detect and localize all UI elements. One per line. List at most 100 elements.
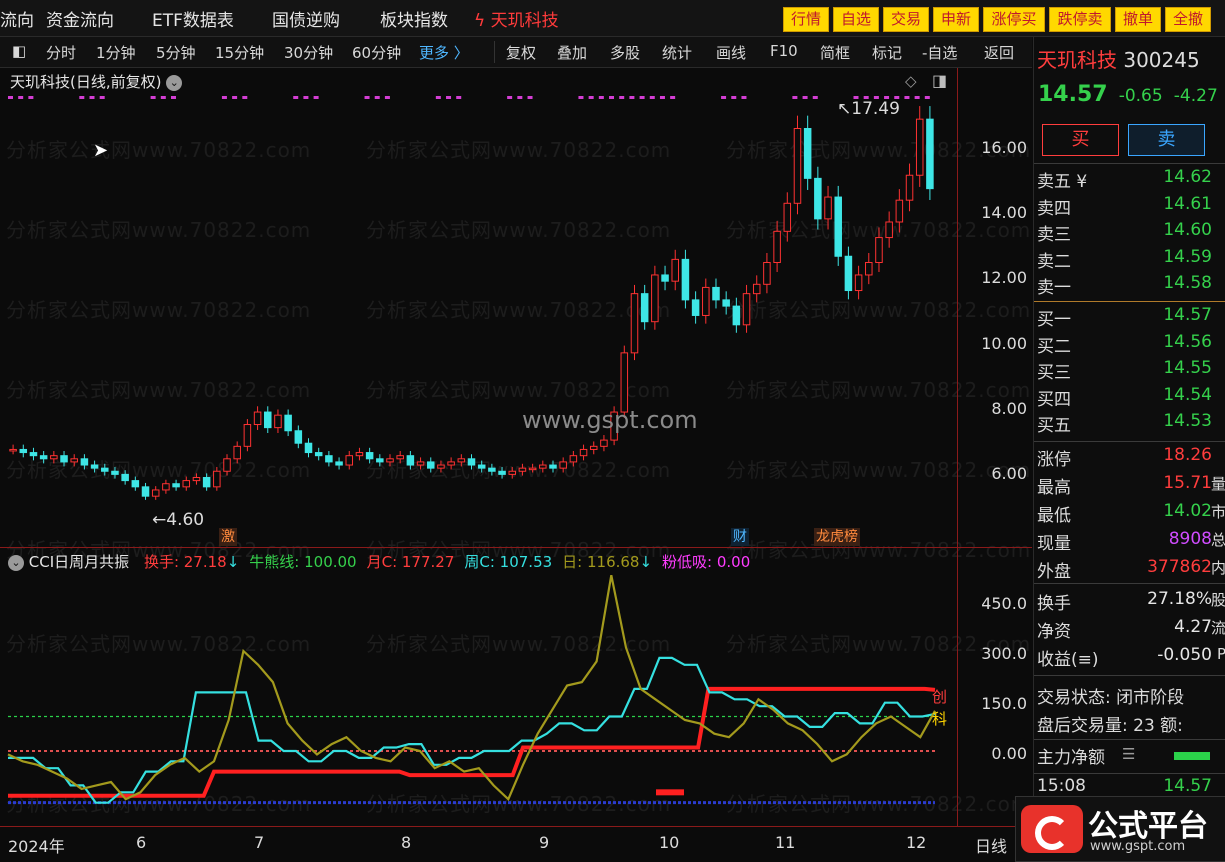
ipo-button[interactable]: 申新 bbox=[933, 7, 979, 32]
list-icon[interactable]: ☰ bbox=[1122, 745, 1135, 763]
candle-body bbox=[192, 476, 201, 482]
signal-dot bbox=[731, 96, 737, 99]
indicator-field: 牛熊线: 100.00 bbox=[249, 553, 356, 571]
menu-item-repo[interactable]: 国债逆购 bbox=[272, 6, 340, 31]
candle-body bbox=[803, 128, 812, 179]
more-periods-button[interactable]: 更多 〉 bbox=[419, 42, 469, 63]
multi-stock-button[interactable]: 多股 bbox=[610, 42, 640, 63]
signal-dot bbox=[303, 96, 309, 99]
back-button[interactable]: 返回 bbox=[984, 42, 1014, 63]
indicator-field: 换手: 27.18↓ bbox=[144, 553, 239, 571]
indicator-tick: 0.00 bbox=[991, 744, 1027, 763]
period-60min[interactable]: 60分钟 bbox=[352, 42, 401, 63]
event-tag-dragon-tiger[interactable]: 龙虎榜 bbox=[814, 528, 860, 546]
candle-body bbox=[895, 199, 904, 223]
candle-body bbox=[141, 486, 150, 497]
f10-button[interactable]: F10 bbox=[770, 42, 798, 60]
indicator-field: 粉低吸: 0.00 bbox=[662, 553, 750, 571]
remove-watchlist-button[interactable]: -自选 bbox=[922, 42, 957, 63]
menu-stock-name[interactable]: ϟ 天玑科技 bbox=[474, 6, 559, 31]
signal-dot bbox=[792, 96, 798, 99]
cancel-order-button[interactable]: 撤单 bbox=[1115, 7, 1161, 32]
diamond-icon[interactable]: ◇ bbox=[905, 72, 917, 90]
high-price-value: 17.49 bbox=[851, 99, 900, 119]
signal-dot bbox=[812, 96, 818, 99]
candle-body bbox=[9, 448, 17, 452]
signal-dot bbox=[232, 96, 238, 99]
indicator-name[interactable]: CCI日周月共振 bbox=[29, 553, 129, 571]
candle-body bbox=[763, 261, 771, 285]
site-watermark: www.gspt.com bbox=[522, 406, 698, 434]
gspt-logo: 公式平台 www.gspt.com bbox=[1015, 796, 1225, 862]
simple-frame-button[interactable]: 简框 bbox=[820, 42, 850, 63]
time-label-month: 9 bbox=[539, 833, 550, 852]
indicator-field-text: 月C: 177.27 bbox=[366, 553, 455, 571]
bid-level: 买三 14.55 bbox=[1034, 358, 1225, 384]
ask-level: 卖二 14.59 bbox=[1034, 247, 1225, 273]
period-15min[interactable]: 15分钟 bbox=[215, 42, 264, 63]
period-5min[interactable]: 5分钟 bbox=[156, 42, 196, 63]
ask-level: 卖三 14.60 bbox=[1034, 220, 1225, 246]
period-intraday[interactable]: 分时 bbox=[46, 42, 76, 63]
buy-button[interactable]: 买 bbox=[1042, 124, 1119, 156]
stat-row: 涨停 18.26 bbox=[1034, 445, 1225, 471]
chevron-down-icon[interactable]: ⌄ bbox=[166, 74, 183, 91]
candlestick-chart[interactable]: 分析家公式网www.70822.com 分析家公式网www.70822.com 分析… bbox=[0, 68, 1030, 562]
indicator-field-text: 粉低吸: 0.00 bbox=[662, 553, 751, 571]
limit-down-sell-button[interactable]: 跌停卖 bbox=[1049, 7, 1111, 32]
period-indicator[interactable]: 日线 bbox=[975, 833, 1007, 857]
menu-item-sector-index[interactable]: 板块指数 bbox=[380, 6, 448, 31]
signal-dot bbox=[507, 96, 513, 99]
signal-dot bbox=[364, 96, 370, 99]
event-tag-finance[interactable]: 财 bbox=[731, 528, 749, 546]
signal-dot bbox=[914, 96, 920, 99]
candle-body bbox=[151, 489, 160, 497]
stat-row-value: 14.02 bbox=[1163, 501, 1212, 521]
overlay-button[interactable]: 叠加 bbox=[557, 42, 587, 63]
last-price: 14.57 bbox=[1038, 82, 1108, 107]
candle-body bbox=[172, 483, 180, 488]
down-arrow-icon: ↓ bbox=[226, 553, 240, 571]
indicator-field: 月C: 177.27 bbox=[367, 553, 455, 571]
stat-row-suffix: 量 bbox=[1210, 475, 1225, 493]
quote-button[interactable]: 行情 bbox=[783, 7, 829, 32]
menu-item-etf-table[interactable]: ETF数据表 bbox=[152, 6, 234, 31]
signal-dot bbox=[446, 96, 452, 99]
signal-dot bbox=[802, 96, 808, 99]
panel-toggle-icon[interactable]: ◧ bbox=[12, 42, 26, 60]
candle-body bbox=[579, 448, 588, 457]
time-axis: 2024年 6 7 8 9 10 11 12 日线 bbox=[0, 826, 1032, 861]
candle-body bbox=[365, 452, 374, 460]
menu-item-capital-flow[interactable]: 资金流向 bbox=[46, 6, 114, 31]
indicator-field-text: 换手: 27.18 bbox=[143, 553, 227, 571]
window-toggle-icon[interactable]: ◨ bbox=[932, 71, 947, 90]
candle-body bbox=[844, 255, 853, 292]
candle-body bbox=[742, 293, 751, 326]
indicator-chart[interactable]: 分析家公式网www.70822.com 分析家公式网www.70822.com 分析… bbox=[0, 548, 1030, 826]
limit-up-buy-button[interactable]: 涨停买 bbox=[983, 7, 1045, 32]
draw-line-button[interactable]: 画线 bbox=[716, 42, 746, 63]
adjust-button[interactable]: 复权 bbox=[506, 42, 536, 63]
series-week bbox=[8, 656, 936, 804]
bid-level-label: 买二 bbox=[1037, 336, 1071, 357]
mark-button[interactable]: 标记 bbox=[872, 42, 902, 63]
indicator-axis: 450.0 300.0 150.0 0.00 bbox=[957, 548, 1033, 826]
sell-button[interactable]: 卖 bbox=[1128, 124, 1205, 156]
period-30min[interactable]: 30分钟 bbox=[284, 42, 333, 63]
divider bbox=[1034, 441, 1225, 442]
event-tag-surge[interactable]: 激 bbox=[219, 528, 237, 546]
trade-status: 交易状态: 闭市阶段 bbox=[1037, 688, 1185, 708]
fundamental-row: 收益(≡) -0.050 P bbox=[1034, 645, 1225, 671]
period-1min[interactable]: 1分钟 bbox=[96, 42, 136, 63]
candle-body bbox=[19, 448, 28, 454]
candle-body bbox=[213, 470, 221, 488]
statistics-button[interactable]: 统计 bbox=[662, 42, 692, 63]
cancel-all-button[interactable]: 全撤 bbox=[1165, 7, 1211, 32]
signal-dot bbox=[242, 96, 248, 99]
candle-body bbox=[589, 445, 598, 450]
watchlist-button[interactable]: 自选 bbox=[833, 7, 879, 32]
bid-level-value: 14.55 bbox=[1163, 358, 1212, 378]
chevron-down-icon[interactable]: ⌄ bbox=[8, 554, 24, 571]
trade-button[interactable]: 交易 bbox=[883, 7, 929, 32]
menu-item-flow[interactable]: 流向 bbox=[0, 6, 34, 31]
